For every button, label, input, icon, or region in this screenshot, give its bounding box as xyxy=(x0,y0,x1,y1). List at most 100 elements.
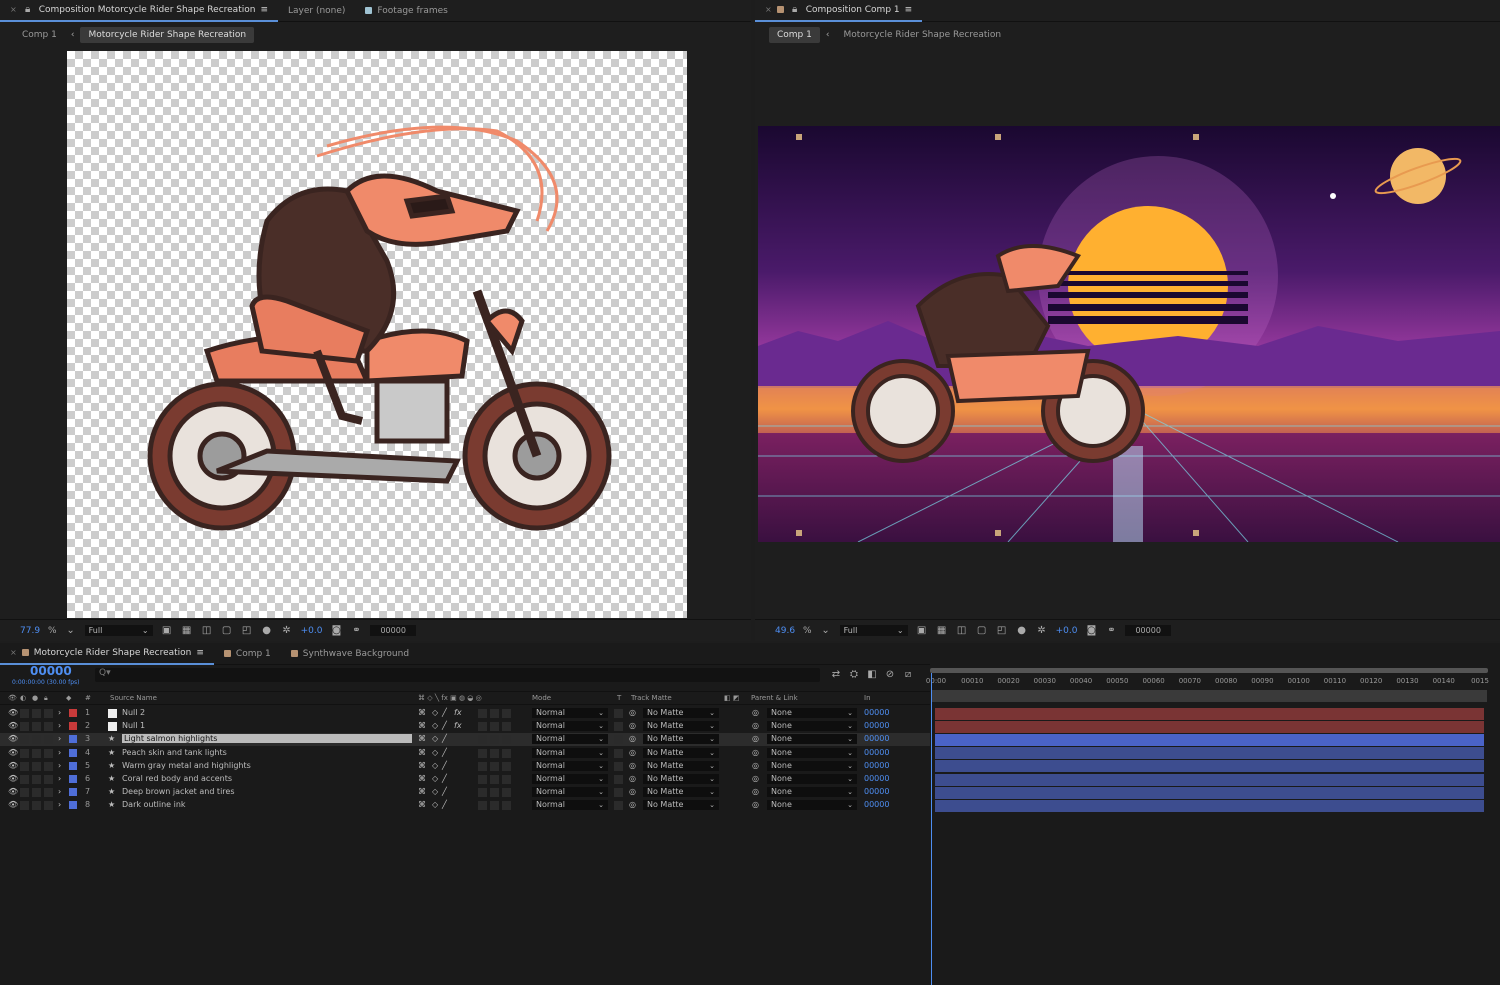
collapse-switch-icon[interactable]: ◇ xyxy=(432,800,438,809)
3d-switch[interactable] xyxy=(502,748,511,758)
parent-dropdown[interactable]: None ⌄ xyxy=(767,708,857,718)
track-matte-dropdown[interactable]: No Matte ⌄ xyxy=(643,708,719,718)
shy-switch-icon[interactable]: ⌘ xyxy=(418,708,426,717)
layer-search-input[interactable]: Q▾ xyxy=(95,668,820,682)
layer-duration-bar[interactable] xyxy=(935,773,1484,786)
layer-row[interactable]: 👁︎ › 8 ★ Dark outline ink ⌘ ◇ ╱ Normal ⌄ … xyxy=(0,799,930,812)
chevron-right-icon[interactable]: › xyxy=(58,761,61,770)
breadcrumb-rider[interactable]: Motorcycle Rider Shape Recreation xyxy=(835,27,1009,43)
resolution-dropdown[interactable]: Full ⌄ xyxy=(84,625,153,636)
work-area-bar[interactable] xyxy=(930,668,1488,673)
layer-row[interactable]: 👁︎ › 4 ★ Peach skin and tank lights ⌘ ◇ … xyxy=(0,747,930,760)
layer-duration-bar[interactable] xyxy=(935,733,1484,746)
solo-icon[interactable]: ● xyxy=(32,694,38,702)
in-point-value[interactable]: 00000 xyxy=(864,734,889,743)
layer-row[interactable]: 👁︎ › 1 Null 2 ⌘ ◇ ╱ fx Normal ⌄ ◎ No Matt… xyxy=(0,707,930,720)
lock-toggle[interactable] xyxy=(44,709,53,718)
mode-dropdown[interactable]: Normal ⌄ xyxy=(532,747,608,758)
layer-row[interactable]: 👁︎ › 6 ★ Coral red body and accents ⌘ ◇ … xyxy=(0,773,930,786)
adjustment-switch[interactable] xyxy=(490,722,499,732)
tab-composition-rider[interactable]: × 🔒︎ Composition Motorcycle Rider Shape … xyxy=(0,0,278,22)
preserve-transparency-toggle[interactable] xyxy=(614,801,623,811)
audio-toggle[interactable] xyxy=(20,761,29,771)
color-channel-icon[interactable]: ● xyxy=(261,625,273,637)
layer-name[interactable]: Warm gray metal and highlights xyxy=(122,761,251,770)
adjustment-switch[interactable] xyxy=(490,801,499,811)
lock-toggle[interactable] xyxy=(44,722,53,732)
matte-link-icon[interactable]: ◎ xyxy=(629,787,636,796)
collapse-switch-icon[interactable]: ◇ xyxy=(432,774,438,783)
motion-blur-switch[interactable] xyxy=(478,709,487,718)
parent-dropdown[interactable]: None ⌄ xyxy=(767,721,857,732)
collapse-switch-icon[interactable]: ◇ xyxy=(432,721,438,730)
label-color-swatch[interactable] xyxy=(69,801,77,810)
solo-toggle[interactable] xyxy=(32,709,41,718)
resolution-dropdown[interactable]: Full ⌄ xyxy=(839,625,908,636)
label-color-swatch[interactable] xyxy=(69,735,77,744)
zoom-dropdown-icon[interactable]: ⌄ xyxy=(820,625,832,637)
breadcrumb-comp1[interactable]: Comp 1 xyxy=(769,27,820,43)
solo-toggle[interactable] xyxy=(32,735,41,745)
av-features-eye-icon[interactable]: 👁︎ xyxy=(8,694,17,702)
matte-link-icon[interactable]: ◎ xyxy=(629,761,636,770)
snapshot-icon[interactable]: ◙ xyxy=(1085,625,1097,637)
shy-switch-icon[interactable]: ⌘ xyxy=(418,800,426,809)
quality-switch-icon[interactable]: ╱ xyxy=(442,774,447,783)
layer-duration-bar[interactable] xyxy=(935,707,1484,720)
shy-layers-icon[interactable]: ◧ xyxy=(866,669,878,681)
layer-name[interactable]: Peach skin and tank lights xyxy=(122,748,227,757)
solo-toggle[interactable] xyxy=(32,748,41,758)
label-color-swatch[interactable] xyxy=(69,722,77,731)
label-color-swatch[interactable] xyxy=(69,748,77,757)
comp-mini-flowchart-icon[interactable]: ⇄ xyxy=(830,669,842,681)
matte-link-icon[interactable]: ◎ xyxy=(629,800,636,809)
guides-icon[interactable]: ▢ xyxy=(221,625,233,637)
close-icon[interactable]: × xyxy=(10,5,17,14)
zoom-value[interactable]: 49.6 xyxy=(775,626,795,636)
transparency-grid-icon[interactable]: ▦ xyxy=(936,625,948,637)
quality-switch-icon[interactable]: ╱ xyxy=(442,800,447,809)
mode-dropdown[interactable]: Normal ⌄ xyxy=(532,721,608,732)
shy-switch-icon[interactable]: ⌘ xyxy=(418,787,426,796)
transparency-grid-icon[interactable]: ▦ xyxy=(181,625,193,637)
matte-link-icon[interactable]: ◎ xyxy=(629,748,636,757)
3d-view-icon[interactable]: ◰ xyxy=(241,625,253,637)
layer-name[interactable]: Coral red body and accents xyxy=(122,774,232,783)
eye-icon[interactable]: 👁︎ xyxy=(8,708,18,717)
guides-icon[interactable]: ▢ xyxy=(976,625,988,637)
parent-dropdown[interactable]: None ⌄ xyxy=(767,800,857,811)
chevron-right-icon[interactable]: › xyxy=(58,708,61,717)
solo-toggle[interactable] xyxy=(32,761,41,771)
label-color-swatch[interactable] xyxy=(69,761,77,770)
mode-dropdown[interactable]: Normal ⌄ xyxy=(532,708,608,718)
tab-composition-comp1[interactable]: × 🔒︎ Composition Comp 1 ≡ xyxy=(755,0,923,22)
in-point-value[interactable]: 00000 xyxy=(864,774,889,783)
quality-switch-icon[interactable]: ╱ xyxy=(442,721,447,730)
preserve-transparency-toggle[interactable] xyxy=(614,748,623,758)
chevron-right-icon[interactable]: › xyxy=(58,734,61,743)
left-composition-viewer[interactable] xyxy=(67,51,687,618)
in-point-value[interactable]: 00000 xyxy=(864,800,889,809)
pick-whip-icon[interactable]: ◎ xyxy=(752,800,759,809)
draft-3d-icon[interactable]: ⛭ xyxy=(848,669,860,681)
pick-whip-icon[interactable]: ◎ xyxy=(752,708,759,717)
adjustment-switch[interactable] xyxy=(490,735,499,745)
track-matte-dropdown[interactable]: No Matte ⌄ xyxy=(643,734,719,745)
label-color-swatch[interactable] xyxy=(69,709,77,717)
quality-switch-icon[interactable]: ╱ xyxy=(442,734,447,743)
in-point-value[interactable]: 00000 xyxy=(864,761,889,770)
preserve-transparency-toggle[interactable] xyxy=(614,722,623,732)
breadcrumb-comp1[interactable]: Comp 1 xyxy=(14,27,65,43)
snapshot-icon[interactable]: ◙ xyxy=(330,625,342,637)
mode-dropdown[interactable]: Normal ⌄ xyxy=(532,800,608,811)
mask-visibility-icon[interactable]: ◫ xyxy=(956,625,968,637)
chevron-right-icon[interactable]: › xyxy=(58,748,61,757)
shy-switch-icon[interactable]: ⌘ xyxy=(418,774,426,783)
lock-icon[interactable]: 🔒︎ xyxy=(789,4,801,16)
lock-icon[interactable]: 🔒︎ xyxy=(22,4,34,16)
in-point-value[interactable]: 00000 xyxy=(864,708,889,717)
eye-icon[interactable]: 👁︎ xyxy=(8,761,18,770)
column-track-matte[interactable]: Track Matte xyxy=(631,694,672,702)
chevron-right-icon[interactable]: › xyxy=(58,721,61,730)
collapse-switch-icon[interactable]: ◇ xyxy=(432,734,438,743)
